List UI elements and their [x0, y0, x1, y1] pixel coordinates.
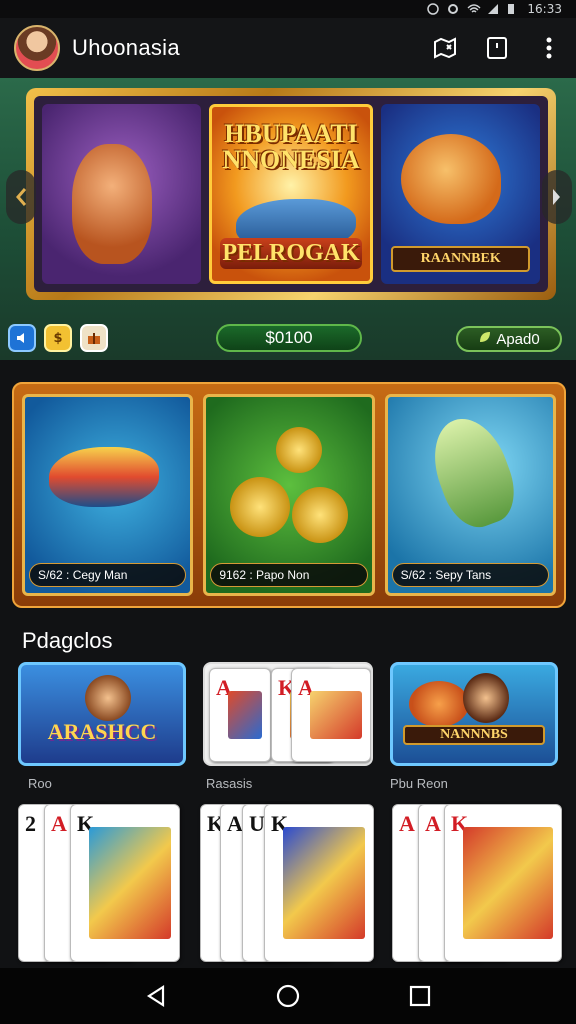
cat-character-image — [72, 144, 152, 264]
playing-card: K — [444, 804, 562, 962]
gold-coins-image — [230, 477, 291, 537]
gold-coins-image — [276, 427, 323, 473]
bookmark-icon[interactable] — [484, 35, 510, 61]
hero-panel-left[interactable] — [42, 104, 201, 284]
apply-label: Apad0 — [496, 330, 540, 348]
tile-label: Rasasis — [206, 776, 253, 791]
featured-caption: S/62 : Cegy Man — [29, 563, 187, 587]
gold-coins-image — [292, 487, 349, 543]
settings-icon — [447, 3, 459, 15]
tile-label: Roo — [28, 776, 52, 791]
game-tile-3[interactable]: NANNNBS — [390, 662, 558, 766]
sound-icon[interactable] — [8, 324, 36, 352]
hero-center-label: PELROGAK — [219, 238, 363, 269]
card-hand-3[interactable]: A A K — [388, 796, 564, 968]
featured-caption: S/62 : Sepy Tans — [391, 563, 549, 587]
app-bar: Uhoonasia — [0, 18, 576, 78]
section-title: Pdagclos — [22, 628, 113, 653]
playing-card: K — [70, 804, 180, 962]
playing-card: A — [209, 668, 271, 762]
chevron-left-icon[interactable] — [6, 170, 36, 224]
adventurer-image — [85, 675, 131, 721]
playing-card: K — [264, 804, 374, 962]
recents-icon[interactable] — [400, 976, 440, 1016]
game-tile-title: ARASHCC — [47, 719, 157, 744]
back-icon[interactable] — [136, 976, 176, 1016]
status-time: 16:33 — [527, 2, 562, 16]
balance-display[interactable]: $0100 — [216, 324, 362, 352]
wifi-icon — [467, 3, 481, 15]
coin-icon[interactable]: $ — [44, 324, 72, 352]
jumping-fish-image — [420, 408, 525, 536]
featured-caption: 9162 : Papo Non — [210, 563, 368, 587]
card-hands: 2 A K K A U K A A K — [14, 796, 566, 968]
hero-right-label: RAANNBEK — [391, 246, 531, 272]
gift-icon[interactable] — [80, 324, 108, 352]
more-vert-icon[interactable] — [536, 35, 562, 61]
battery-icon — [507, 3, 519, 15]
magician-image — [463, 673, 509, 723]
hero-headline: HBUPAATI NNONESIA — [222, 119, 360, 174]
signal-icon — [487, 3, 499, 15]
rainbow-fish-image — [49, 447, 159, 507]
hero-panel-center[interactable]: HBUPAATI NNONESIA PELROGAK — [208, 104, 374, 284]
home-icon[interactable] — [268, 976, 308, 1016]
leaf-icon — [478, 330, 492, 348]
card-hand-2[interactable]: K A U K — [198, 796, 374, 968]
chevron-right-icon[interactable] — [542, 170, 572, 224]
app-title: Uhoonasia — [72, 35, 180, 60]
game-tile-2[interactable]: A K A — [203, 662, 373, 766]
map-icon[interactable] — [432, 35, 458, 61]
featured-card-3[interactable]: S/62 : Sepy Tans — [384, 394, 556, 596]
game-tile-1[interactable]: ARASHCC — [18, 662, 186, 766]
system-nav-bar — [0, 968, 576, 1024]
card-hand-1[interactable]: 2 A K — [14, 796, 190, 968]
featured-card-1[interactable]: S/62 : Cegy Man — [22, 394, 194, 596]
hero-frame: HBUPAATI NNONESIA PELROGAK RAANNBEK — [26, 88, 556, 300]
fish-character-image — [401, 134, 502, 224]
apply-button[interactable]: Apad0 — [456, 326, 562, 352]
avatar[interactable] — [14, 25, 60, 71]
hero-panel-right[interactable]: RAANNBEK — [381, 104, 541, 284]
fish-image — [409, 681, 469, 727]
tile-label: Pbu Reon — [390, 776, 448, 791]
hero-banner[interactable]: HBUPAATI NNONESIA PELROGAK RAANNBEK $ $0… — [0, 78, 576, 360]
game-tile-title: NANNNBS — [403, 725, 545, 745]
playing-card: A — [291, 668, 371, 762]
status-bar: 16:33 — [0, 0, 576, 18]
featured-card-2[interactable]: 9162 : Papo Non — [203, 394, 375, 596]
alarm-icon — [427, 3, 440, 15]
featured-games: S/62 : Cegy Man 9162 : Papo Non S/62 : S… — [12, 382, 566, 608]
